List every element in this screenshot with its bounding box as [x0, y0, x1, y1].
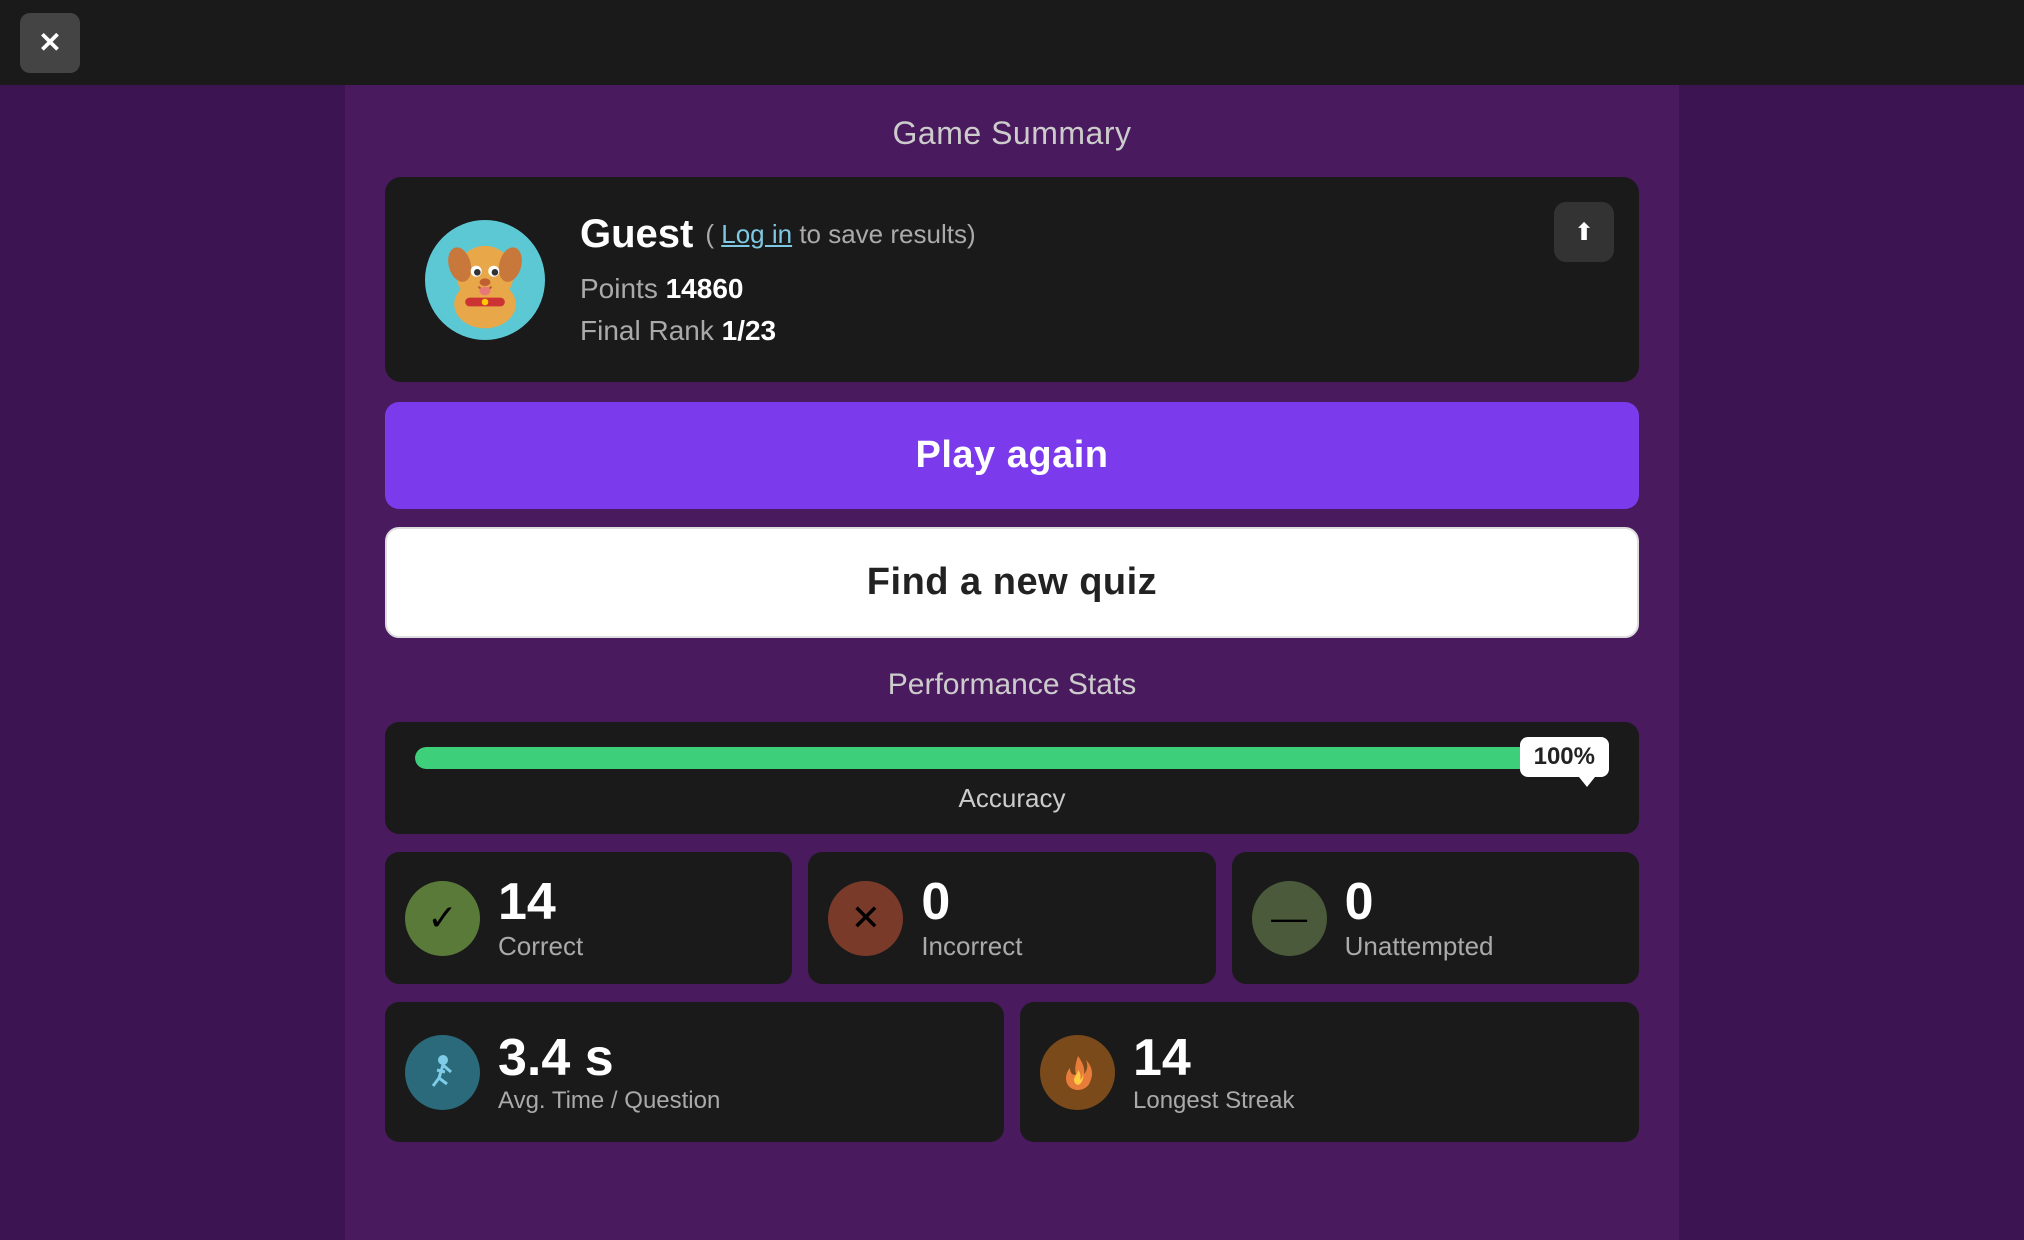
correct-stat-card: ✓ 14 Correct: [385, 852, 792, 984]
streak-icon: [1040, 1035, 1115, 1110]
share-button[interactable]: ⬆: [1554, 202, 1614, 262]
close-icon: ✕: [38, 26, 61, 59]
bottom-stats-row: 3.4 s Avg. Time / Question 14 Longest St…: [385, 1002, 1639, 1142]
incorrect-label: Incorrect: [921, 931, 1022, 962]
profile-name: Guest: [580, 212, 693, 257]
streak-label: Longest Streak: [1133, 1087, 1294, 1115]
share-icon: ⬆: [1574, 218, 1594, 247]
profile-name-row: Guest ( Log in to save results): [580, 212, 1599, 257]
accuracy-card: 100% Accuracy: [385, 722, 1639, 834]
find-quiz-button[interactable]: Find a new quiz: [385, 527, 1639, 638]
profile-points: Points 14860: [580, 273, 1599, 305]
login-link[interactable]: Log in: [721, 219, 792, 249]
profile-info: Guest ( Log in to save results) Points 1…: [580, 212, 1599, 347]
main-content: Game Summary: [345, 85, 1679, 1240]
accuracy-tooltip: 100%: [1520, 737, 1609, 777]
side-panel-left: [0, 85, 345, 1240]
correct-label: Correct: [498, 931, 583, 962]
avg-time-info: 3.4 s Avg. Time / Question: [498, 1030, 720, 1115]
points-value: 14860: [666, 273, 744, 304]
avg-time-number: 3.4 s: [498, 1030, 720, 1087]
correct-icon: ✓: [405, 881, 480, 956]
login-prompt: ( Log in to save results): [705, 219, 975, 250]
correct-stat-info: 14 Correct: [498, 874, 583, 962]
close-button[interactable]: ✕: [20, 13, 80, 73]
avg-time-label: Avg. Time / Question: [498, 1087, 720, 1115]
side-panel-right: [1679, 85, 2024, 1240]
unattempted-icon: —: [1252, 881, 1327, 956]
incorrect-stat-info: 0 Incorrect: [921, 874, 1022, 962]
correct-number: 14: [498, 874, 583, 931]
streak-card: 14 Longest Streak: [1020, 1002, 1639, 1142]
streak-number: 14: [1133, 1030, 1294, 1087]
streak-info: 14 Longest Streak: [1133, 1030, 1294, 1115]
top-bar: ✕: [0, 0, 2024, 85]
profile-rank: Final Rank 1/23: [580, 315, 1599, 347]
avatar: [425, 220, 545, 340]
avg-time-card: 3.4 s Avg. Time / Question: [385, 1002, 1004, 1142]
performance-stats-title: Performance Stats: [385, 668, 1639, 702]
unattempted-stat-info: 0 Unattempted: [1345, 874, 1494, 962]
incorrect-number: 0: [921, 874, 1022, 931]
accuracy-bar-background: [415, 747, 1609, 769]
profile-card: Guest ( Log in to save results) Points 1…: [385, 177, 1639, 382]
accuracy-bar-fill: [415, 747, 1609, 769]
page-title: Game Summary: [893, 115, 1132, 152]
incorrect-icon: ✕: [828, 881, 903, 956]
unattempted-stat-card: — 0 Unattempted: [1232, 852, 1639, 984]
rank-value: 1/23: [722, 315, 777, 346]
unattempted-label: Unattempted: [1345, 931, 1494, 962]
avatar-image: [430, 225, 540, 335]
time-icon: [405, 1035, 480, 1110]
stats-row: ✓ 14 Correct ✕ 0 Incorrect — 0 Unattempt…: [385, 852, 1639, 984]
incorrect-stat-card: ✕ 0 Incorrect: [808, 852, 1215, 984]
unattempted-number: 0: [1345, 874, 1494, 931]
play-again-button[interactable]: Play again: [385, 402, 1639, 509]
accuracy-label: Accuracy: [415, 783, 1609, 814]
